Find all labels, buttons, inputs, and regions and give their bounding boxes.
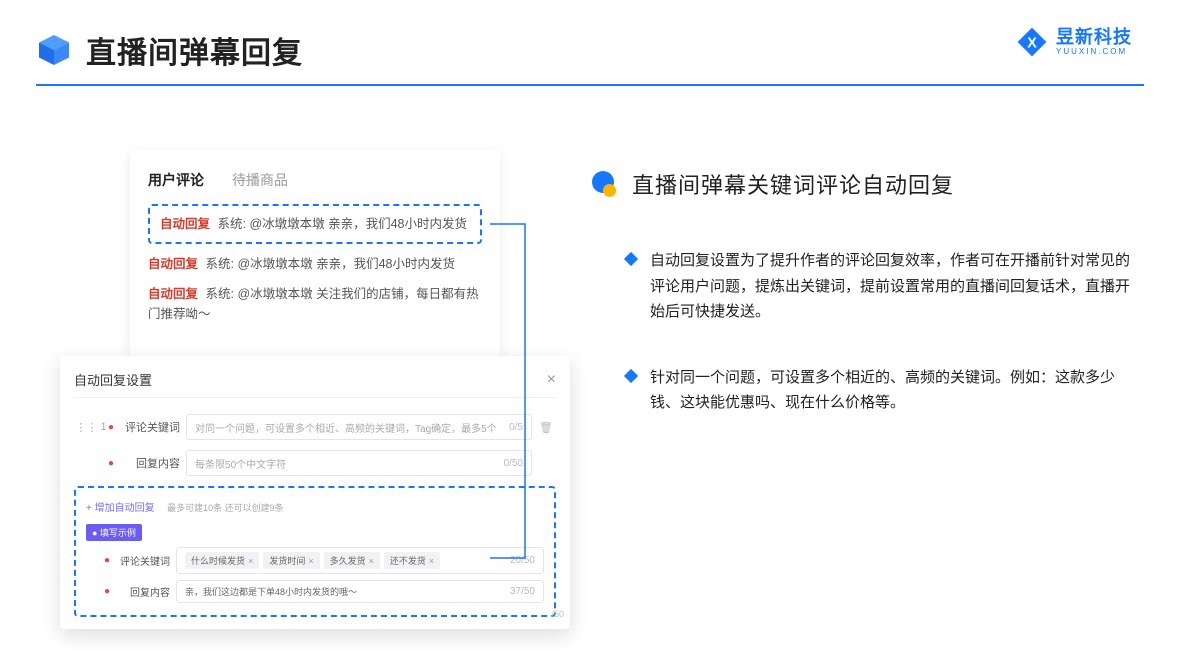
content-label: 回复内容	[118, 455, 180, 471]
example-content-input[interactable]: 亲，我们这边都是下单48小时内发货的哦～ 37/50	[176, 580, 544, 603]
diamond-icon	[624, 368, 638, 382]
example-keyword-input[interactable]: 什么时候发货 发货时间 多久发货 还不发货 20/50	[176, 547, 544, 574]
keyword-tag[interactable]: 什么时候发货	[185, 552, 259, 569]
overflow-counter: /50	[524, 609, 564, 619]
brand-name: 昱新科技	[1056, 28, 1132, 46]
cube-icon	[36, 32, 72, 68]
example-section: + 增加自动回复 最多可建10条 还可以创建9条 ● 填写示例 ● 评论关键词 …	[74, 486, 556, 617]
auto-reply-settings-modal: 自动回复设置 × ⋮⋮1 ● 评论关键词 对同一个问题，可设置多个相近、高频的关…	[60, 356, 570, 629]
bullet-text: 自动回复设置为了提升作者的评论回复效率，作者可在开播前针对常见的评论用户问题，提…	[650, 248, 1130, 325]
explanation-panel: 直播间弹幕关键词评论自动回复 自动回复设置为了提升作者的评论回复效率，作者可在开…	[590, 168, 1130, 456]
content-counter: 0/50	[504, 458, 523, 469]
example-content-label: 回复内容	[114, 584, 170, 599]
delete-icon[interactable]: 🗑	[536, 421, 556, 434]
tab-user-comments[interactable]: 用户评论	[148, 170, 204, 190]
drag-handle[interactable]: ⋮⋮1	[74, 421, 108, 434]
brand-diamond-icon: X	[1016, 26, 1048, 58]
example-keyword-label: 评论关键词	[114, 553, 170, 568]
chat-bubble-icon	[590, 169, 620, 199]
comment-row-highlighted: 自动回复 系统: @冰墩墩本墩 亲亲，我们48小时内发货	[148, 204, 482, 244]
add-auto-reply-link[interactable]: + 增加自动回复	[86, 503, 155, 514]
section-title: 直播间弹幕关键词评论自动回复	[632, 168, 954, 200]
keyword-row: ⋮⋮1 ● 评论关键词 对同一个问题，可设置多个相近、高频的关键词，Tag确定，…	[74, 414, 556, 440]
auto-reply-tag: 自动回复	[148, 287, 198, 301]
comment-text: 系统: @冰墩墩本墩 亲亲，我们48小时内发货	[218, 217, 468, 231]
content-input[interactable]: 每条限50个中文字符 0/50	[186, 450, 532, 476]
svg-text:X: X	[1027, 36, 1037, 52]
comment-row: 自动回复 系统: @冰墩墩本墩 关注我们的店铺，每日都有热门推荐呦～	[148, 284, 482, 324]
keyword-tag[interactable]: 多久发货	[324, 552, 380, 569]
keyword-tag[interactable]: 还不发货	[384, 552, 440, 569]
brand-domain: YUUXIN.COM	[1056, 47, 1132, 56]
auto-reply-tag: 自动回复	[148, 257, 198, 271]
tab-pending-goods[interactable]: 待播商品	[232, 170, 288, 190]
settings-title: 自动回复设置	[74, 370, 152, 389]
keyword-label: 评论关键词	[118, 419, 180, 435]
keyword-tag[interactable]: 发货时间	[263, 552, 319, 569]
keyword-counter: 0/5	[509, 422, 523, 433]
brand-logo: X 昱新科技 YUUXIN.COM	[1016, 26, 1132, 58]
keyword-input[interactable]: 对同一个问题，可设置多个相近、高频的关键词，Tag确定，最多5个 0/5	[186, 414, 532, 440]
content-row: ● 回复内容 每条限50个中文字符 0/50	[74, 450, 556, 476]
bullet-item: 针对同一个问题，可设置多个相近的、高频的关键词。例如：这款多少钱、这块能优惠吗、…	[590, 365, 1130, 416]
comment-text: 系统: @冰墩墩本墩 亲亲，我们48小时内发货	[206, 257, 456, 271]
comment-row: 自动回复 系统: @冰墩墩本墩 亲亲，我们48小时内发货	[148, 254, 482, 274]
add-hint: 最多可建10条 还可以创建9条	[167, 503, 284, 513]
example-kw-counter: 20/50	[510, 555, 535, 566]
comments-tabs: 用户评论 待播商品	[148, 170, 482, 190]
bullet-text: 针对同一个问题，可设置多个相近的、高频的关键词。例如：这款多少钱、这块能优惠吗、…	[650, 365, 1130, 416]
auto-reply-tag: 自动回复	[160, 217, 210, 231]
example-badge: ● 填写示例	[86, 524, 142, 541]
comments-card: 用户评论 待播商品 自动回复 系统: @冰墩墩本墩 亲亲，我们48小时内发货 自…	[130, 150, 500, 360]
page-title: 直播间弹幕回复	[86, 28, 303, 72]
example-content-counter: 37/50	[510, 586, 535, 597]
close-icon[interactable]: ×	[547, 371, 556, 389]
diamond-icon	[624, 252, 638, 266]
header-underline	[36, 84, 1144, 86]
page-header: 直播间弹幕回复	[36, 28, 1144, 72]
bullet-item: 自动回复设置为了提升作者的评论回复效率，作者可在开播前针对常见的评论用户问题，提…	[590, 248, 1130, 325]
